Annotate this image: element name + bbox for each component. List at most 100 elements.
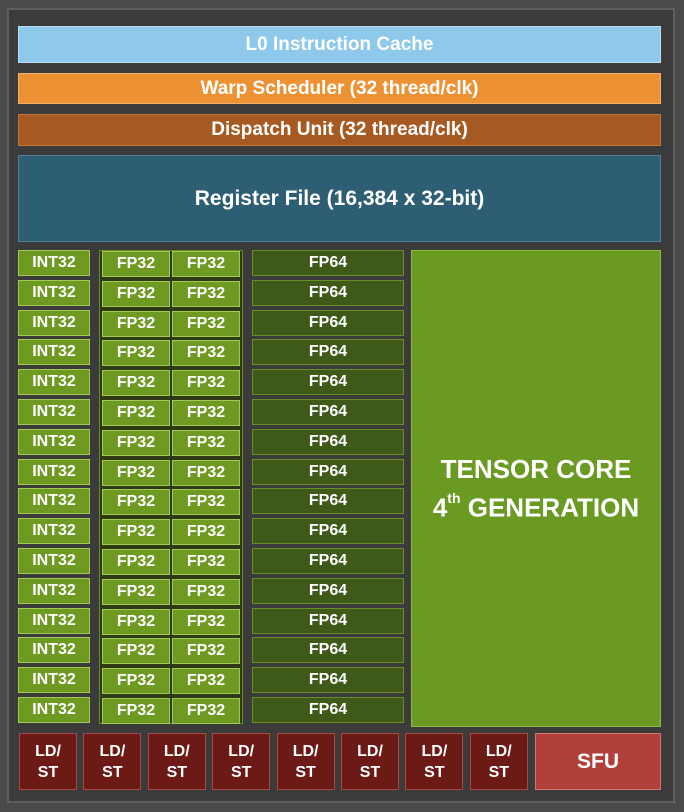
int32-unit: INT32 <box>18 608 90 634</box>
fp32-unit: FP32 <box>102 549 170 575</box>
fp32-units-column: FP32 FP32 FP32 FP32 FP32 FP32 FP32 FP32 FP32 FP32… <box>99 250 243 724</box>
fp32-unit: FP32 <box>102 400 170 426</box>
warp-scheduler: Warp Scheduler (32 thread/clk) <box>18 73 661 104</box>
ldst-label-top: LD/ <box>163 742 190 760</box>
ldst-label-top: LD/ <box>292 742 319 760</box>
int32-unit: INT32 <box>18 280 90 306</box>
ldst-unit: LD/ST <box>405 733 464 790</box>
fp32-unit: FP32 <box>172 638 240 664</box>
int32-unit: INT32 <box>18 578 90 604</box>
fp64-unit: FP64 <box>252 667 404 693</box>
fp64-unit: FP64 <box>252 518 404 544</box>
ldst-label-top: LD/ <box>35 742 61 760</box>
fp32-unit: FP32 <box>172 311 240 337</box>
fp32-unit: FP32 <box>102 519 170 545</box>
fp32-unit: FP32 <box>102 609 170 635</box>
sfu-label: SFU <box>577 749 619 773</box>
tensor-core-generation: 4th GENERATION <box>432 489 640 523</box>
fp32-unit: FP32 <box>172 698 240 724</box>
fp32-unit: FP32 <box>102 698 170 724</box>
fp64-unit: FP64 <box>252 369 404 395</box>
ldst-label-top: LD/ <box>421 742 448 760</box>
ldst-label-top: LD/ <box>228 742 255 760</box>
fp32-unit: FP32 <box>172 340 240 366</box>
fp32-unit: FP32 <box>172 609 240 635</box>
l0-instruction-cache-label: L0 Instruction Cache <box>245 33 434 55</box>
int32-unit: INT32 <box>18 459 90 485</box>
fp32-unit: FP32 <box>172 579 240 605</box>
tensor-core: TENSOR CORE 4th GENERATION <box>411 250 661 727</box>
ldst-unit: LD/ST <box>83 733 142 790</box>
fp32-unit: FP32 <box>102 579 170 605</box>
ldst-unit: LD/ST <box>147 733 206 790</box>
sfu-unit: SFU <box>535 733 661 790</box>
ldst-unit: LD/ST <box>212 733 271 790</box>
fp32-unit: FP32 <box>102 638 170 664</box>
int32-unit: INT32 <box>18 339 90 365</box>
fp32-unit: FP32 <box>102 311 170 337</box>
ldst-label-bottom: ST <box>359 763 381 781</box>
int32-unit: INT32 <box>18 399 90 425</box>
fp32-unit: FP32 <box>172 460 240 486</box>
fp32-unit: FP32 <box>172 370 240 396</box>
tensor-core-title: TENSOR CORE <box>440 453 632 484</box>
fp64-unit: FP64 <box>252 697 404 723</box>
ldst-label-top: LD/ <box>485 742 512 760</box>
fp64-unit: FP64 <box>252 339 404 365</box>
fp64-unit: FP64 <box>252 459 404 485</box>
int32-unit: INT32 <box>18 548 90 574</box>
ldst-label-bottom: ST <box>488 763 510 781</box>
fp64-unit: FP64 <box>252 488 404 514</box>
int32-unit: INT32 <box>18 369 90 395</box>
fp32-unit: FP32 <box>102 430 170 456</box>
fp32-unit: FP32 <box>172 281 240 307</box>
fp32-unit: FP32 <box>102 668 170 694</box>
ldst-label-bottom: ST <box>230 763 252 781</box>
ldst-label-bottom: ST <box>37 763 59 781</box>
ldst-unit: LD/ST <box>469 733 528 790</box>
ldst-label-bottom: ST <box>295 763 316 781</box>
fp64-unit: FP64 <box>252 250 404 276</box>
ldst-label-bottom: ST <box>166 763 188 781</box>
fp32-unit: FP32 <box>102 251 170 277</box>
l0-instruction-cache: L0 Instruction Cache <box>18 26 661 63</box>
ldst-label-top: LD/ <box>357 742 383 760</box>
dispatch-unit-label: Dispatch Unit (32 thread/clk) <box>211 119 468 140</box>
int32-unit: INT32 <box>18 488 90 514</box>
int32-unit: INT32 <box>18 310 90 336</box>
int32-unit: INT32 <box>18 429 90 455</box>
register-file-label: Register File (16,384 x 32-bit) <box>194 186 485 210</box>
warp-scheduler-label: Warp Scheduler (32 thread/clk) <box>200 77 479 99</box>
fp64-unit: FP64 <box>252 608 404 634</box>
fp32-unit: FP32 <box>172 668 240 694</box>
fp64-unit: FP64 <box>252 399 404 425</box>
fp64-unit: FP64 <box>252 280 404 306</box>
int32-unit: INT32 <box>18 667 90 693</box>
fp32-unit: FP32 <box>172 489 240 515</box>
int32-unit: INT32 <box>18 637 90 663</box>
fp64-unit: FP64 <box>252 578 404 604</box>
fp64-unit: FP64 <box>252 310 404 336</box>
fp64-unit: FP64 <box>252 548 404 574</box>
int32-units-column: INT32 INT32 INT32 INT32 INT32 INT32 INT32 INT32… <box>18 250 90 724</box>
int32-unit: INT32 <box>18 518 90 544</box>
register-file: Register File (16,384 x 32-bit) <box>18 155 661 242</box>
fp32-unit: FP32 <box>102 281 170 307</box>
ldst-unit: LD/ST <box>341 733 399 790</box>
fp32-unit: FP32 <box>172 430 240 456</box>
fp32-unit: FP32 <box>172 549 240 575</box>
fp32-unit: FP32 <box>102 460 170 486</box>
fp32-unit: FP32 <box>172 400 240 426</box>
fp32-unit: FP32 <box>102 340 170 366</box>
fp64-units-column: FP64 FP64 FP64 FP64 FP64 FP64 FP64 FP64 FP64 FP64… <box>252 250 404 724</box>
ldst-unit: LD/ST <box>276 733 335 790</box>
int32-unit: INT32 <box>18 697 90 723</box>
int32-unit: INT32 <box>18 250 90 276</box>
ldst-label-bottom: ST <box>424 763 445 781</box>
fp64-unit: FP64 <box>252 637 404 663</box>
dispatch-unit: Dispatch Unit (32 thread/clk) <box>18 114 661 146</box>
fp32-unit: FP32 <box>102 370 170 396</box>
ldst-label-bottom: ST <box>102 763 123 781</box>
ldst-label-top: LD/ <box>99 742 126 760</box>
fp32-unit: FP32 <box>172 519 240 545</box>
